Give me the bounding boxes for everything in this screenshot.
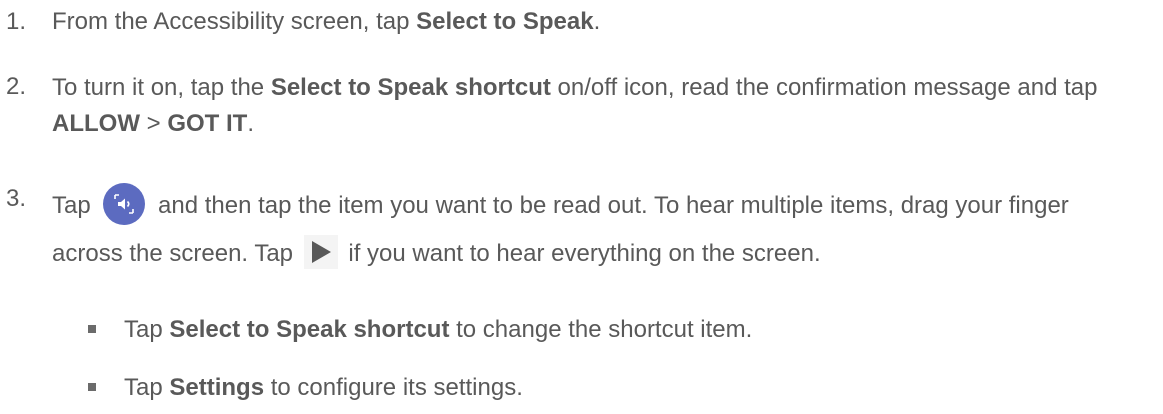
bold-text: GOT IT [167,110,248,137]
text: To turn it on, tap the [52,74,271,101]
step-number: 1. [6,8,27,35]
bold-text: Select to Speak shortcut [270,74,551,101]
bold-text: Settings [169,374,265,401]
bold-text: Select to Speak [416,8,594,35]
text: Tap [124,316,170,343]
text: to change the shortcut item. [449,316,753,343]
text: From the Accessibility screen, tap [52,8,417,35]
text: to configure its settings. [264,374,523,401]
square-bullet-icon [88,383,96,391]
step-number: 2. [6,73,27,100]
square-bullet-icon [88,325,96,333]
play-icon [303,234,338,269]
step-text: To turn it on, tap the Select to Speak s… [52,70,1132,142]
step-text: Tap and then tap the item you want to be… [52,182,1132,278]
text: . [593,8,601,35]
select-to-speak-icon [103,182,146,225]
step-number: 3. [6,185,27,212]
bold-text: Select to Speak shortcut [169,316,450,343]
text: Tap [124,374,170,401]
bold-text: ALLOW [52,110,140,137]
bullet-text: Tap Settings to configure its settings. [124,371,523,405]
step-text: From the Accessibility screen, tap Selec… [52,5,1132,39]
text: . [247,110,255,137]
text: Tap [52,192,98,219]
instructions-page: 1. From the Accessibility screen, tap Se… [0,0,1163,414]
text: on/off icon, read the confirmation messa… [550,74,1098,101]
bullet-text: Tap Select to Speak shortcut to change t… [124,313,752,347]
text: > [139,110,168,137]
text: if you want to hear everything on the sc… [341,240,821,267]
